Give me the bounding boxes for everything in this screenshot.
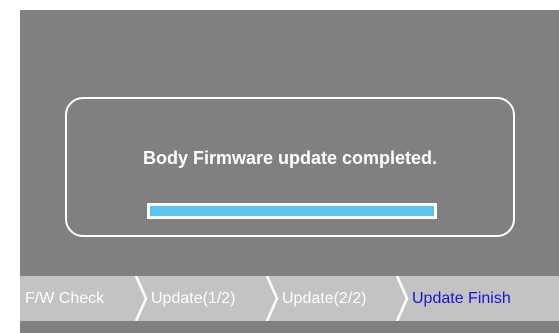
step-update-finish: Update Finish: [412, 290, 511, 307]
step-update-2: Update(2/2): [282, 290, 367, 307]
progress-bar: [147, 203, 437, 219]
update-status-dialog: Body Firmware update completed.: [65, 97, 515, 237]
progress-bar-fill: [150, 206, 434, 216]
step-update-1: Update(1/2): [151, 290, 236, 307]
firmware-update-screen: Body Firmware update completed. F/W Chec…: [20, 10, 559, 333]
step-separator-chevron-icon: [395, 276, 409, 321]
step-separator-chevron-icon: [265, 276, 279, 321]
step-separator-chevron-icon: [134, 276, 148, 321]
update-steps-bar: F/W Check Update(1/2) Update(2/2) Update…: [20, 276, 559, 321]
status-message: Body Firmware update completed.: [142, 148, 438, 168]
step-fw-check: F/W Check: [25, 290, 105, 307]
